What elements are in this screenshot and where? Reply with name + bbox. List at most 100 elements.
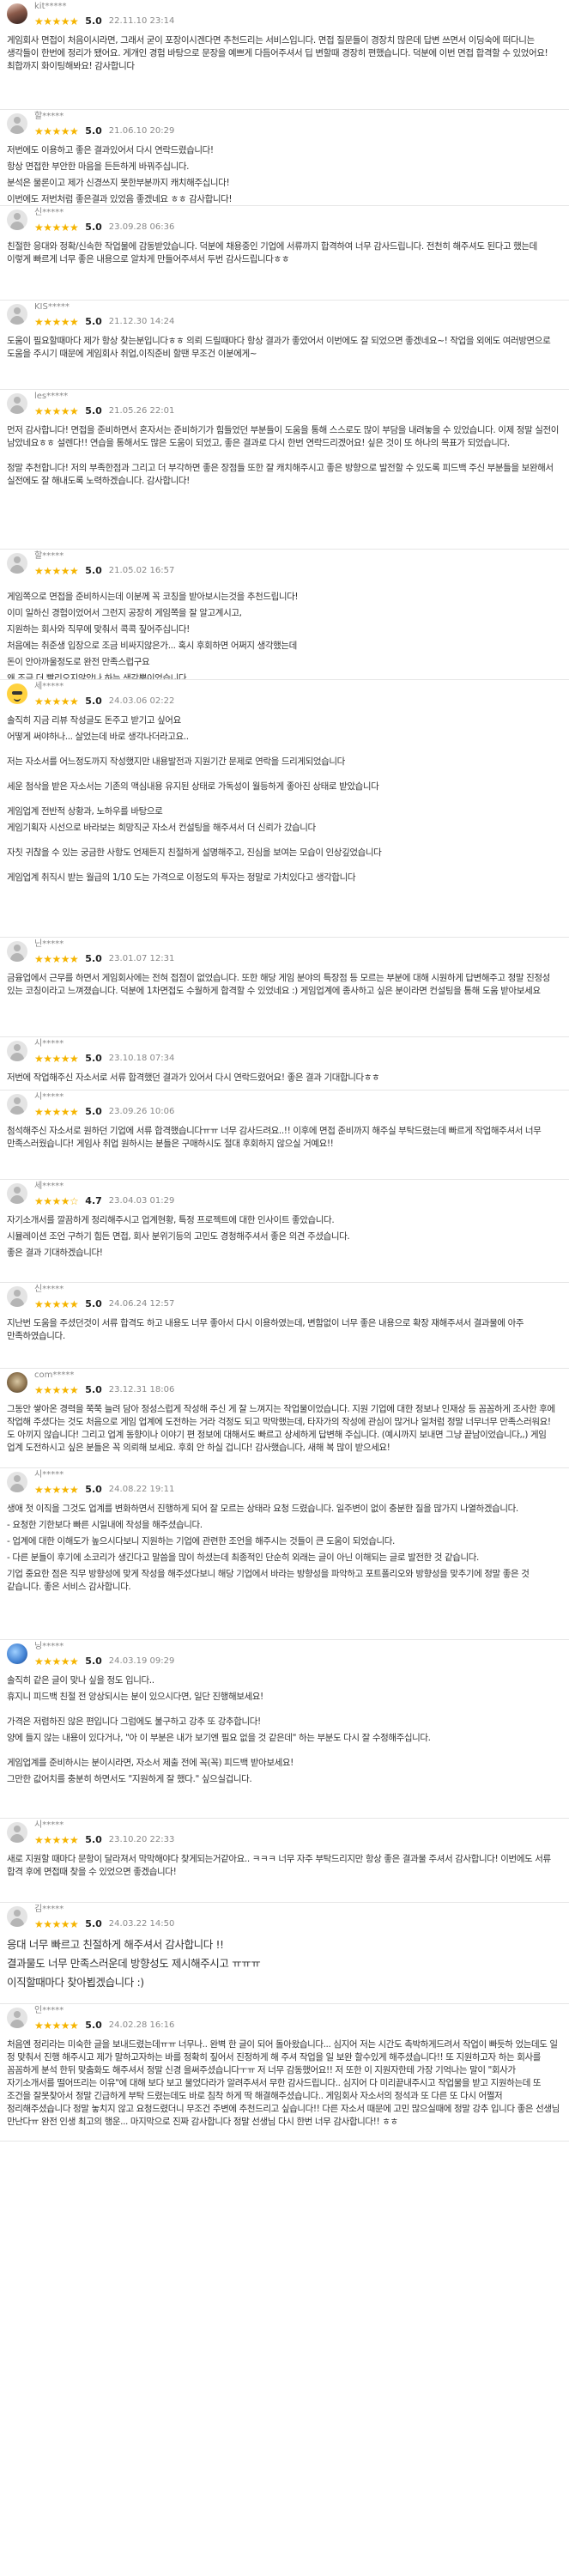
- star-rating-icon: ★★★★★: [34, 1106, 79, 1118]
- review-text: 양에 들지 않는 내용이 있다거나, "아 이 부분은 내가 보기엔 필요 없을…: [7, 1733, 431, 1743]
- rating-score: 5.0: [85, 15, 102, 27]
- reviewer-name: kit*****: [34, 2, 67, 11]
- review-meta: 시***** ★★★★★ 5.0 23.09.26 10:06: [34, 1091, 174, 1119]
- avatar[interactable]: [7, 210, 27, 230]
- review-item: 인***** ★★★★★ 5.0 24.02.28 16:16 처음엔 정리라는 미숙한…: [0, 2004, 569, 2142]
- avatar[interactable]: [7, 1906, 27, 1927]
- rating-score: 5.0: [85, 1384, 102, 1395]
- review-body: 저번에 작업해주신 자소서로 서류 합격했던 결과가 있어서 다시 연락드렸어요…: [7, 1072, 560, 1084]
- review-text: 저는 자소서를 어느정도까지 작성했지만 내용발전과 지원기간 문제로 연락을 …: [7, 756, 345, 767]
- rating-score: 5.0: [85, 222, 102, 233]
- review-date: 23.09.28 06:36: [108, 222, 175, 232]
- review-body: 그동안 쌓아온 경력을 쭉쭉 늘려 담아 정성스럽게 작성해 주신 게 잘 느껴…: [7, 1403, 560, 1455]
- star-rating-icon: ★★★★★: [34, 1384, 79, 1396]
- review-text: - 요청한 기한보다 빠른 시일내에 작성을 해주셨습니다.: [7, 1520, 203, 1530]
- review-item: 시***** ★★★★★ 5.0 23.10.18 07:34 저번에 작업해주신 자소…: [0, 1037, 569, 1091]
- review-date: 23.12.31 18:06: [108, 1385, 175, 1394]
- review-text: 처음엔 정리라는 미숙한 글을 보내드렸는데ㅠㅠ 너무나.. 완벽 한 글이 되…: [7, 2039, 560, 2127]
- reviewer-name: 할*****: [34, 551, 64, 561]
- review-body: 도움이 필요할때마다 제가 항상 찾는분입니다ㅎㅎ 의뢰 드릴때마다 항상 결과…: [7, 335, 560, 361]
- reviewer-name: 인*****: [34, 2006, 64, 2015]
- avatar[interactable]: [7, 1094, 27, 1115]
- review-text: 기업 중요한 점은 직무 방향성에 맞게 작성을 해주셨다보니 해당 기업에서 …: [7, 1569, 530, 1592]
- avatar[interactable]: [7, 393, 27, 414]
- review-item: 할***** ★★★★★ 5.0 21.06.10 20:29 저번에도 이용하고 좋은…: [0, 110, 569, 206]
- avatar[interactable]: [7, 1643, 27, 1664]
- review-item: KIS***** ★★★★★ 5.0 21.12.30 14:24 도움이 필요할때마다…: [0, 301, 569, 390]
- avatar[interactable]: [7, 113, 27, 134]
- review-text: 게임업계 전반적 상황과, 노하우를 바탕으로: [7, 806, 163, 817]
- star-rating-icon: ★★★★★: [34, 696, 79, 708]
- review-meta: 닝***** ★★★★★ 5.0 24.03.19 09:29: [34, 1640, 174, 1668]
- avatar[interactable]: [7, 1372, 27, 1393]
- rating-score: 5.0: [85, 1298, 102, 1309]
- review-header: com***** ★★★★★ 5.0 23.12.31 18:06: [7, 1369, 560, 1398]
- review-item: kit***** ★★★★★ 5.0 22.11.10 23:14 게임회사 면접이 처…: [0, 0, 569, 110]
- review-meta: 시***** ★★★★★ 5.0 23.10.20 22:33: [34, 1819, 174, 1847]
- review-date: 23.09.26 10:06: [108, 1107, 175, 1116]
- review-text: 항상 면접한 부안한 마음을 든든하게 바꿔주십니다.: [7, 161, 190, 172]
- review-header: 세***** ★★★★★ 5.0 24.03.06 02:22: [7, 680, 560, 709]
- review-item: 시***** ★★★★★ 5.0 23.10.20 22:33 새로 지원할 때마다 문…: [0, 1819, 569, 1903]
- avatar[interactable]: [7, 1041, 27, 1061]
- avatar[interactable]: [7, 553, 27, 574]
- rating-score: 5.0: [85, 953, 102, 964]
- review-meta: com***** ★★★★★ 5.0 23.12.31 18:06: [34, 1369, 174, 1397]
- review-header: KIS***** ★★★★★ 5.0 21.12.30 14:24: [7, 301, 560, 330]
- rating-score: 5.0: [85, 125, 102, 137]
- rating-row: ★★★★☆ 4.7 23.04.03 01:29: [34, 1194, 174, 1208]
- review-header: 세***** ★★★★☆ 4.7 23.04.03 01:29: [7, 1180, 560, 1209]
- review-item: 신***** ★★★★★ 5.0 24.06.24 12:57 지난번 도움을 주셨던것…: [0, 1283, 569, 1369]
- review-text: 좋은 결과 기대하겠습니다!: [7, 1248, 103, 1258]
- review-text: 자기소개서를 깔끔하게 정리해주시고 업계현황, 특정 프로젝트에 대한 인사이…: [7, 1215, 335, 1225]
- review-header: 시***** ★★★★★ 5.0 23.10.20 22:33: [7, 1819, 560, 1848]
- avatar[interactable]: [7, 2008, 27, 2028]
- review-date: 24.02.28 16:16: [108, 2020, 175, 2030]
- review-body: 솔직히 지금 리뷰 작성글도 돈주고 받기고 싶어요 어떻게 써야하나... 살었…: [7, 714, 560, 884]
- avatar[interactable]: [7, 304, 27, 325]
- review-text: 솔직히 지금 리뷰 작성글도 돈주고 받기고 싶어요: [7, 715, 181, 726]
- review-text: 이번에도 저번처럼 좋은결과 있었음 좋겠네요 ㅎㅎ 감사합니다!: [7, 194, 233, 204]
- review-text: 먼저 감사합니다! 면접을 준비하면서 혼자서는 준비하기가 힘들었던 부분들이…: [7, 425, 560, 448]
- avatar[interactable]: [7, 3, 27, 24]
- review-text: 첨석해주신 자소서로 원하던 기업에 서류 합격했습니다ㅠㅠ 너무 감사드려요.…: [7, 1126, 542, 1149]
- avatar[interactable]: [7, 1472, 27, 1492]
- reviewer-name: 닝*****: [34, 1642, 64, 1651]
- avatar[interactable]: [7, 1286, 27, 1307]
- review-body: 게임쪽으로 면접을 준비하시는데 이분께 꼭 코칭을 받아보시는것을 추천드립니…: [7, 591, 560, 679]
- rating-row: ★★★★★ 5.0 23.12.31 18:06: [34, 1383, 174, 1397]
- avatar[interactable]: [7, 683, 27, 704]
- rating-row: ★★★★★ 5.0 23.09.26 10:06: [34, 1105, 174, 1119]
- rating-score: 5.0: [85, 1656, 102, 1667]
- reviewer-name: 시*****: [34, 1470, 64, 1479]
- star-rating-icon: ★★★★★: [34, 1918, 79, 1930]
- star-rating-icon: ★★★★★: [34, 953, 79, 965]
- rating-row: ★★★★★ 5.0 24.03.19 09:29: [34, 1655, 174, 1668]
- review-item: 시***** ★★★★★ 5.0 23.09.26 10:06 첨석해주신 자소서로 원…: [0, 1091, 569, 1180]
- review-text: 그만한 값어치를 충분히 하면서도 "지원하게 잘 했다." 싶으실겁니다.: [7, 1774, 252, 1784]
- rating-score: 5.0: [85, 565, 102, 576]
- review-header: les***** ★★★★★ 5.0 21.05.26 22:01: [7, 390, 560, 419]
- review-meta: 세***** ★★★★☆ 4.7 23.04.03 01:29: [34, 1180, 174, 1208]
- review-text: 응대 너무 빠르고 친절하게 해주셔서 감사합니다 !!: [7, 1938, 224, 1951]
- reviewer-name: 시*****: [34, 1039, 64, 1048]
- review-text: 돈이 안아까울정도로 완전 만족스럽구요: [7, 657, 150, 667]
- rating-row: ★★★★★ 5.0 23.01.07 12:31: [34, 952, 174, 966]
- avatar[interactable]: [7, 1183, 27, 1204]
- avatar[interactable]: [7, 1822, 27, 1843]
- review-body: 금융업에서 근무를 하면서 게임회사에는 전혀 접점이 없었습니다. 또한 해당…: [7, 972, 560, 998]
- reviewer-name: 신*****: [34, 1285, 64, 1294]
- review-header: 김***** ★★★★★ 5.0 24.03.22 14:50: [7, 1903, 560, 1932]
- star-rating-icon: ★★★★★: [34, 405, 79, 417]
- star-rating-icon: ★★★★☆: [34, 1195, 79, 1207]
- review-body: 자기소개서를 깔끔하게 정리해주시고 업계현황, 특정 프로젝트에 대한 인사이…: [7, 1214, 560, 1260]
- avatar[interactable]: [7, 941, 27, 962]
- review-item: les***** ★★★★★ 5.0 21.05.26 22:01 먼저 감사합니다! …: [0, 390, 569, 550]
- star-rating-icon: ★★★★★: [34, 1484, 79, 1496]
- review-text: 게임업계 취직시 받는 월급의 1/10 도는 가격으로 이정도의 투자는 정말…: [7, 872, 356, 883]
- review-text: 분석은 물론이고 제가 신경쓰지 못한부분까지 캐치해주십니다!: [7, 178, 230, 188]
- review-item: 닌***** ★★★★★ 5.0 23.01.07 12:31 금융업에서 근무를 하면…: [0, 938, 569, 1037]
- review-header: 신***** ★★★★★ 5.0 23.09.28 06:36: [7, 206, 560, 235]
- review-item: 할***** ★★★★★ 5.0 21.05.02 16:57 게임쪽으로 면접을 준비…: [0, 550, 569, 680]
- review-meta: KIS***** ★★★★★ 5.0 21.12.30 14:24: [34, 301, 174, 329]
